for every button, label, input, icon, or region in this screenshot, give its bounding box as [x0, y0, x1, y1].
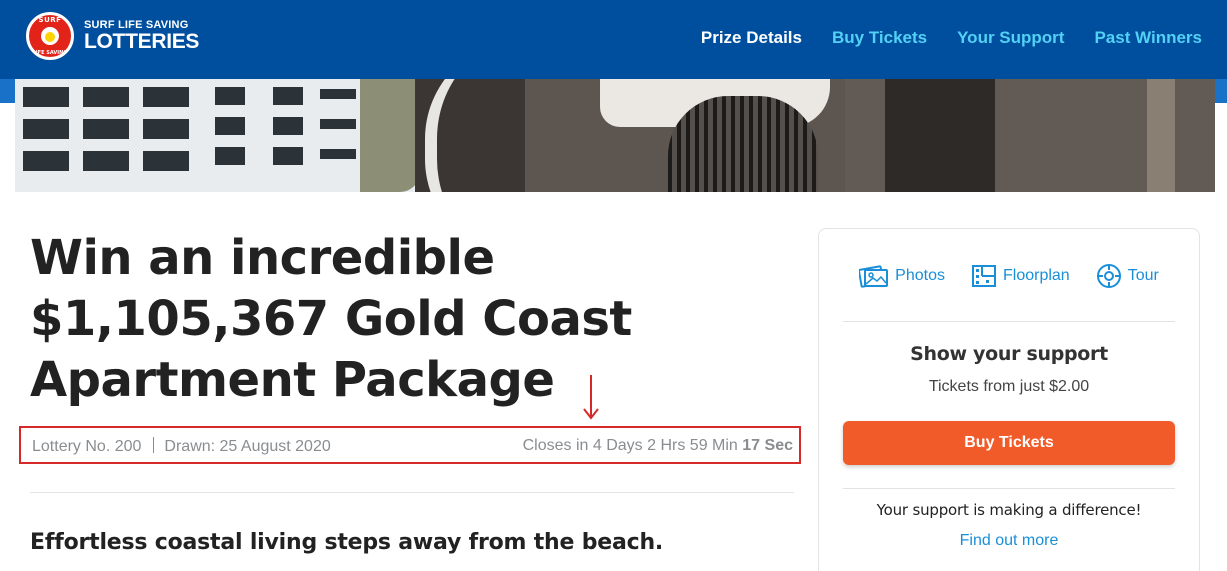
- main-nav: Prize Details Buy Tickets Your Support P…: [671, 28, 1202, 48]
- nav-your-support[interactable]: Your Support: [957, 28, 1064, 48]
- content-divider: [30, 492, 794, 493]
- hero-balcony-rail: [415, 79, 525, 192]
- media-links: Photos Floorplan Tour: [819, 263, 1199, 289]
- ticket-price-text: Tickets from just $2.00: [928, 378, 1090, 395]
- photos-label: Photos: [895, 267, 945, 284]
- nav-past-winners[interactable]: Past Winners: [1094, 28, 1202, 48]
- countdown-hours: 2 Hrs: [647, 437, 686, 454]
- draw-date: Drawn: 25 August 2020: [164, 438, 331, 455]
- difference-text: Your support is making a difference!: [876, 501, 1142, 519]
- ticket-card: Photos Floorplan Tour Show your support …: [818, 228, 1200, 571]
- photos-icon: [859, 265, 889, 288]
- card-divider-top: [843, 321, 1175, 322]
- floorplan-icon: [971, 265, 996, 287]
- nav-buy-tickets[interactable]: Buy Tickets: [832, 28, 927, 48]
- lottery-meta-info: Lottery No. 200 Drawn: 25 August 2020: [32, 437, 331, 456]
- lottery-meta-highlight: Lottery No. 200 Drawn: 25 August 2020 Clo…: [19, 426, 801, 464]
- site-header: SURF LIFE SAVING SURF LIFE SAVING LOTTER…: [0, 0, 1227, 79]
- prize-subheading: Effortless coastal living steps away fro…: [30, 530, 664, 555]
- countdown-minutes: 59 Min: [689, 437, 738, 454]
- logo-badge-bottom-text: LIFE SAVING: [32, 50, 68, 56]
- hero-chair: [668, 96, 818, 192]
- hero-image: [0, 79, 1227, 192]
- tour-label: Tour: [1127, 267, 1159, 284]
- annotation-arrow-icon: [583, 375, 599, 420]
- logo-wordmark: SURF LIFE SAVING LOTTERIES: [84, 19, 199, 53]
- hero-wall: [845, 79, 1215, 192]
- photos-link[interactable]: Photos: [859, 263, 945, 289]
- card-divider-bottom: [843, 488, 1175, 489]
- page-title: Win an incredible $1,105,367 Gold Coast …: [30, 230, 632, 408]
- support-title: Show your support: [910, 343, 1108, 365]
- site-logo[interactable]: SURF LIFE SAVING SURF LIFE SAVING LOTTER…: [26, 12, 199, 60]
- hero-building: [15, 79, 415, 192]
- tour-link[interactable]: Tour: [1096, 263, 1159, 289]
- tour-icon: [1096, 264, 1121, 288]
- logo-text-bottom: LOTTERIES: [84, 30, 200, 53]
- countdown-seconds: 17 Sec: [742, 437, 793, 454]
- buy-tickets-button[interactable]: Buy Tickets: [843, 421, 1175, 465]
- countdown-days: 4 Days: [592, 437, 643, 454]
- find-out-more-link[interactable]: Find out more: [819, 532, 1199, 550]
- floorplan-label: Floorplan: [1002, 267, 1070, 284]
- logo-badge-top-text: SURF: [38, 16, 62, 24]
- meta-separator: [153, 437, 155, 453]
- floorplan-link[interactable]: Floorplan: [971, 263, 1070, 289]
- countdown-timer: Closes in 4 Days 2 Hrs 59 Min 17 Sec: [523, 437, 793, 455]
- logo-badge-icon: SURF LIFE SAVING: [26, 12, 74, 60]
- hero-palm-tree: [360, 79, 420, 192]
- lottery-number: Lottery No. 200: [32, 438, 142, 455]
- countdown-prefix: Closes in: [522, 437, 589, 454]
- nav-prize-details[interactable]: Prize Details: [701, 28, 802, 48]
